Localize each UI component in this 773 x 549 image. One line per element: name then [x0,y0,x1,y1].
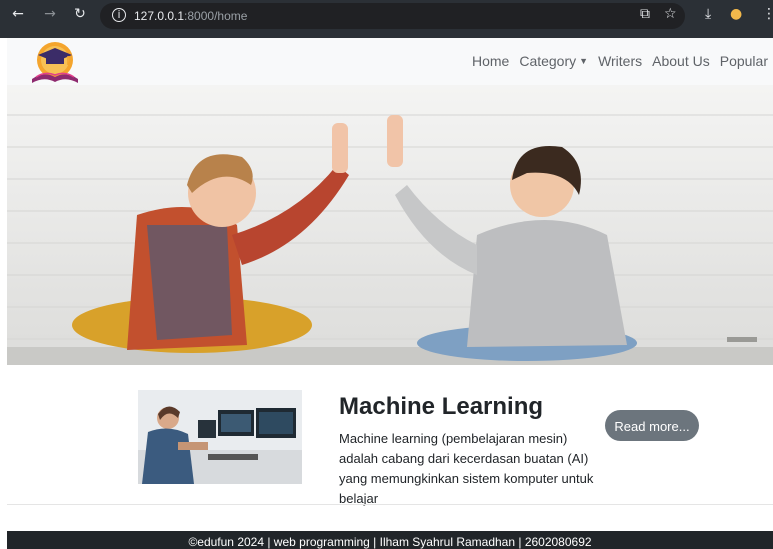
post-thumbnail[interactable] [138,390,302,484]
nav-category-dropdown[interactable]: Category ▼ [514,53,593,73]
back-arrow-icon[interactable]: ← [10,6,26,22]
browser-toolbar: ← → ↻ i 127.0.0.1:8000/home ⧉ ☆ ⤓ ● ⋮ [0,0,773,38]
edufun-logo[interactable] [28,41,84,85]
footer: ©edufun 2024 | web programming | Ilham S… [7,531,773,549]
read-more-button[interactable]: Read more... [605,410,699,441]
nav-menu: Home Category ▼ Writers About Us Popular [467,53,773,73]
nav-writers[interactable]: Writers [593,53,647,73]
nav-about-us[interactable]: About Us [647,53,715,73]
forward-arrow-icon[interactable]: → [42,6,58,22]
address-bar[interactable]: i 127.0.0.1:8000/home [100,3,685,29]
hero-image [7,85,773,365]
site-info-icon[interactable]: i [112,8,126,22]
download-icon[interactable]: ⤓ [705,6,711,22]
divider [7,504,773,505]
translate-icon[interactable]: ⧉ [640,6,650,22]
profile-avatar-icon[interactable]: ● [730,6,742,22]
menu-dots-icon[interactable]: ⋮ [762,6,773,22]
url-text[interactable]: 127.0.0.1:8000/home [134,9,247,23]
reload-icon[interactable]: ↻ [72,6,88,22]
post-excerpt: Machine learning (pembelajaran mesin) ad… [339,431,594,506]
post-card: Machine Learning Machine learning (pembe… [7,365,773,506]
navbar: Home Category ▼ Writers About Us Popular [7,38,773,85]
page: Home Category▼ Writers About Us Popular [7,38,773,549]
nav-popular[interactable]: Popular [715,53,773,73]
bookmark-star-icon[interactable]: ☆ [664,6,677,22]
nav-category-label: Category [519,53,577,69]
post-title[interactable]: Machine Learning [339,393,543,421]
caret-down-icon: ▼ [579,56,589,66]
nav-home[interactable]: Home [467,53,514,73]
